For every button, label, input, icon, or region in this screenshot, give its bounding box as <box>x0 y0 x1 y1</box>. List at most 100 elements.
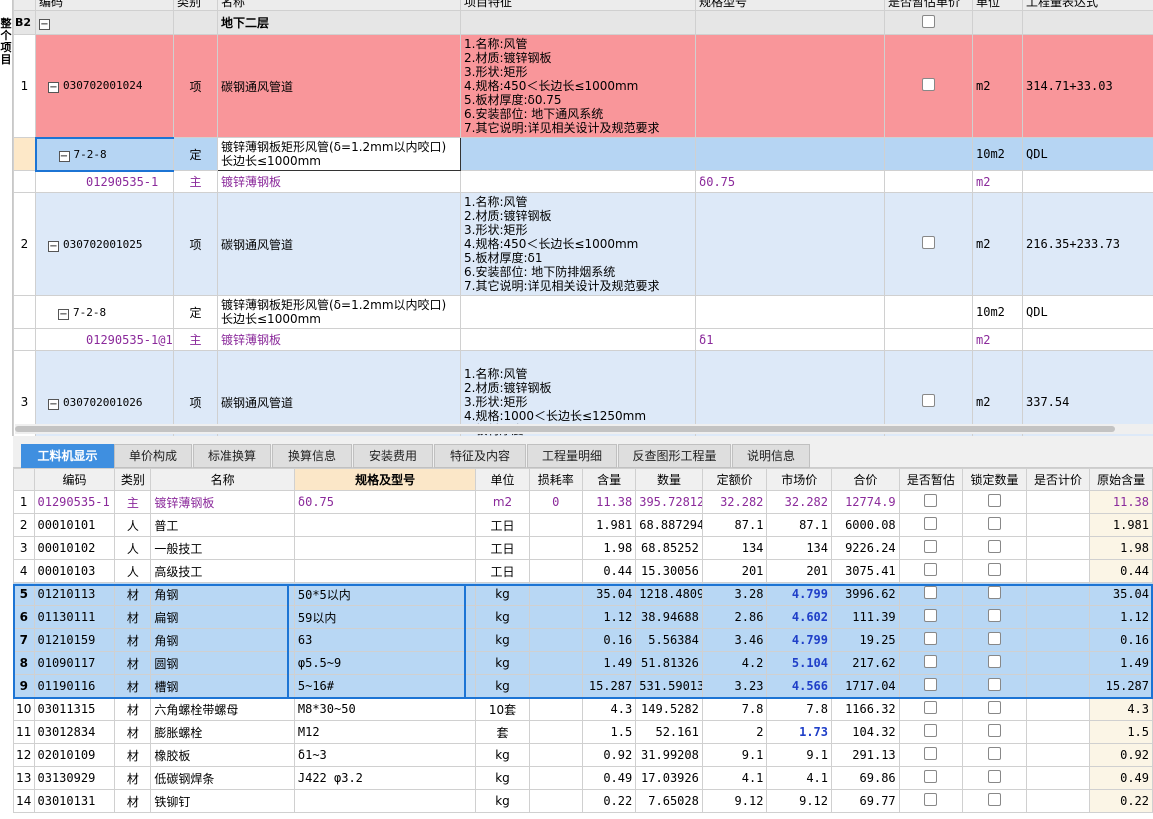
cell-spec[interactable] <box>293 559 477 583</box>
cell-priced[interactable] <box>1025 697 1091 721</box>
cell-spec[interactable] <box>293 536 477 560</box>
cell-content[interactable]: 0.49 <box>581 766 637 790</box>
provisional-checkbox[interactable] <box>924 678 938 691</box>
resource-row[interactable]: 10 03011315 材六角螺栓带螺母 M8*30~50 10套 4.3 149.5282… <box>13 697 1153 721</box>
col-code[interactable]: 编码 <box>35 0 174 11</box>
collapse-icon[interactable]: − <box>48 240 59 252</box>
cell-priced[interactable] <box>1025 628 1091 652</box>
quota-name[interactable]: 镀锌薄钢板矩形风管(δ=1.2mm以内咬口) 长边长≤1000mm <box>217 137 461 171</box>
collapse-icon[interactable]: − <box>39 19 50 30</box>
bill-item-row[interactable]: 2 −030702001025 项 碳钢通风管道 1.名称:风管 2.材质:镀锌… <box>13 192 1153 296</box>
cell-priced[interactable] <box>1025 789 1091 813</box>
cell-priced[interactable] <box>1025 743 1091 767</box>
collapse-icon[interactable]: − <box>48 82 59 94</box>
collapse-icon[interactable]: − <box>48 398 59 410</box>
item-expr[interactable]: 216.35+233.73 <box>1022 192 1153 296</box>
resource-row[interactable]: 4 00010103 人高级技工 工日 0.44 15.30056 201 201 3075.4… <box>13 559 1153 583</box>
cell-market-price[interactable]: 4.1 <box>766 766 832 790</box>
lock-qty-checkbox[interactable] <box>988 494 1001 507</box>
tab-quantity-detail[interactable]: 工程量明细 <box>527 444 617 468</box>
col-quota-price[interactable]: 定额价 <box>701 468 768 491</box>
col-features[interactable]: 项目特征 <box>460 0 696 11</box>
cell-spec[interactable]: 63 <box>293 628 477 652</box>
provisional-checkbox[interactable] <box>924 563 938 576</box>
cell-content[interactable]: 0.22 <box>581 789 637 813</box>
resource-row[interactable]: 1 01290535-1 主镀锌薄钢板 δ0.75 m2 0 11.38 395.72812 3… <box>13 490 1153 514</box>
cell-content[interactable]: 1.49 <box>581 651 637 675</box>
item-expr[interactable]: 314.71+33.03 <box>1022 34 1153 138</box>
cell-market-price[interactable]: 4.566 <box>766 674 832 698</box>
lock-qty-checkbox[interactable] <box>988 632 1001 645</box>
resource-row[interactable]: 8 01090117 材圆钢 φ5.5~9 kg 1.49 51.81326 4.2 5.104… <box>13 651 1153 675</box>
lock-qty-checkbox[interactable] <box>988 701 1001 714</box>
col-unit[interactable]: 单位 <box>475 468 530 491</box>
cell-spec[interactable]: δ0.75 <box>293 490 477 514</box>
cell-content[interactable]: 0.16 <box>581 628 637 652</box>
col-type[interactable]: 类别 <box>173 0 218 11</box>
lock-qty-checkbox[interactable] <box>988 747 1001 760</box>
col-quantity[interactable]: 数量 <box>635 468 703 491</box>
cell-loss-rate[interactable] <box>528 789 583 813</box>
cell-market-price[interactable]: 4.799 <box>766 628 832 652</box>
cell-content[interactable]: 1.12 <box>581 605 637 629</box>
lock-qty-checkbox[interactable] <box>988 724 1001 737</box>
provisional-checkbox[interactable] <box>924 655 938 668</box>
lock-qty-checkbox[interactable] <box>988 678 1001 691</box>
col-provisional[interactable]: 是否暂估单价 <box>884 0 973 11</box>
provisional-checkbox[interactable] <box>924 747 938 760</box>
scrollbar-thumb[interactable] <box>15 426 1115 432</box>
tab-install-fee[interactable]: 安装费用 <box>353 444 433 468</box>
cell-priced[interactable] <box>1025 582 1091 606</box>
provisional-checkbox[interactable] <box>924 724 938 737</box>
cell-priced[interactable] <box>1025 605 1091 629</box>
cell-priced[interactable] <box>1025 513 1091 537</box>
col-total[interactable]: 合价 <box>831 468 900 491</box>
item-features[interactable]: 1.名称:风管 2.材质:镀锌钢板 3.形状:矩形 4.规格:450＜长边长≤1… <box>460 192 696 296</box>
quota-row[interactable]: −7-2-8 定 镀锌薄钢板矩形风管(δ=1.2mm以内咬口) 长边长≤1000… <box>13 295 1153 329</box>
tab-labor-material[interactable]: 工料机显示 <box>21 444 114 468</box>
tab-reverse-lookup[interactable]: 反查图形工程量 <box>618 444 731 468</box>
cell-content[interactable]: 1.98 <box>581 536 637 560</box>
cell-market-price[interactable]: 32.282 <box>766 490 832 514</box>
tab-conversion-info[interactable]: 换算信息 <box>272 444 352 468</box>
lock-qty-checkbox[interactable] <box>988 517 1001 530</box>
resource-row[interactable]: 2 00010101 人普工 工日 1.981 68.887294 87.1 87.1 6000… <box>13 513 1153 537</box>
provisional-checkbox[interactable] <box>924 701 938 714</box>
provisional-checkbox[interactable] <box>924 632 938 645</box>
provisional-checkbox[interactable] <box>924 586 938 599</box>
cell-content[interactable]: 1.5 <box>581 720 637 744</box>
resource-row[interactable]: 6 01130111 材扁钢 59以内 kg 1.12 38.94688 2.86 4.602 1… <box>13 605 1153 629</box>
lock-qty-checkbox[interactable] <box>988 793 1001 806</box>
cell-market-price[interactable]: 5.104 <box>766 651 832 675</box>
cell-priced[interactable] <box>1025 651 1091 675</box>
cell-content[interactable]: 0.44 <box>581 559 637 583</box>
resource-row[interactable]: 901190116材槽钢5~16#kg15.287531.5901383.234… <box>13 674 1153 698</box>
cell-spec[interactable]: J422 φ3.2 <box>293 766 477 790</box>
cell-loss-rate[interactable] <box>528 697 583 721</box>
col-orig-content[interactable]: 原始含量 <box>1089 468 1153 491</box>
col-loss-rate[interactable]: 损耗率 <box>528 468 583 491</box>
col-name[interactable]: 名称 <box>150 468 295 491</box>
lock-qty-checkbox[interactable] <box>988 609 1001 622</box>
col-spec-model[interactable]: 规格及型号 <box>293 468 477 491</box>
provisional-checkbox[interactable] <box>924 517 938 530</box>
resource-row[interactable]: 7 01210159 材角钢 63 kg 0.16 5.56384 3.46 4.799 19.2… <box>13 628 1153 652</box>
col-unit[interactable]: 单位 <box>972 0 1023 11</box>
cell-spec[interactable]: M12 <box>293 720 477 744</box>
col-lock-qty[interactable]: 锁定数量 <box>962 468 1027 491</box>
cell-loss-rate[interactable] <box>528 674 583 698</box>
resource-row[interactable]: 12 02010109 材橡胶板 δ1~3 kg 0.92 31.99208 9.1 9.1 29… <box>13 743 1153 767</box>
cell-content[interactable]: 15.287 <box>581 674 637 698</box>
resource-row[interactable]: 13 03130929 材低碳钢焊条 J422 φ3.2 kg 0.49 17.03926 4… <box>13 766 1153 790</box>
provisional-checkbox[interactable] <box>924 609 938 622</box>
cell-spec[interactable]: δ1~3 <box>293 743 477 767</box>
provisional-checkbox[interactable] <box>924 770 938 783</box>
tab-description[interactable]: 说明信息 <box>732 444 810 468</box>
cell-spec[interactable]: 59以内 <box>293 605 477 629</box>
cell-spec[interactable] <box>293 513 477 537</box>
quota-row[interactable]: −7-2-8 定 镀锌薄钢板矩形风管(δ=1.2mm以内咬口) 长边长≤1000… <box>13 136 1153 172</box>
col-market-price[interactable]: 市场价 <box>766 468 832 491</box>
lock-qty-checkbox[interactable] <box>988 655 1001 668</box>
col-type[interactable]: 类别 <box>114 468 152 491</box>
cell-loss-rate[interactable] <box>528 743 583 767</box>
